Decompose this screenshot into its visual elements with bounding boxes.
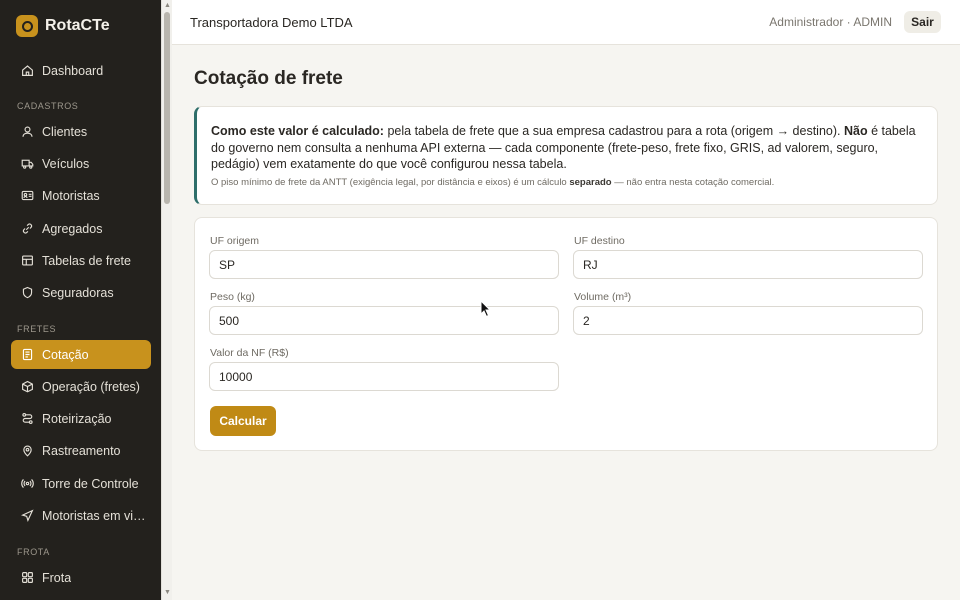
sidebar-item-motoristas[interactable]: Motoristas: [11, 181, 151, 210]
info-text-part: pela tabela de frete que a sua empresa c…: [383, 124, 844, 138]
sidebar-item-tabelas-de-frete[interactable]: Tabelas de frete: [11, 246, 151, 275]
section-fretes: FRETES: [17, 324, 57, 334]
uf-destino-label: UF destino: [574, 235, 625, 247]
navigation-icon: [21, 509, 34, 522]
sidebar-item-label: Clientes: [42, 124, 88, 139]
valor-nf-input[interactable]: 10000: [209, 362, 559, 391]
sidebar-item-label: Torre de Controle: [42, 476, 139, 491]
sidebar-item-operacao[interactable]: Operação (fretes): [11, 372, 151, 401]
sidebar-item-label: Motoristas em viagem: [42, 508, 146, 523]
logo-icon: [16, 15, 38, 37]
sidebar-item-label: Cotação: [42, 347, 89, 362]
quote-form: UF origem SP UF destino RJ Peso (kg) 500…: [194, 217, 938, 451]
uf-origem-input[interactable]: SP: [209, 250, 559, 279]
id-card-icon: [21, 190, 34, 201]
info-box: Como este valor é calculado: pela tabela…: [194, 106, 938, 205]
sidebar-item-label: Roteirização: [42, 411, 112, 426]
sidebar-item-dashboard[interactable]: Dashboard: [11, 56, 151, 85]
shield-icon: [22, 286, 33, 299]
user-info: Administrador · ADMIN: [769, 15, 892, 29]
top-header: Transportadora Demo LTDA Administrador ·…: [172, 0, 960, 45]
sidebar: RotaCTe Dashboard CADASTROS Clientes Veí…: [0, 0, 161, 600]
sidebar-item-veiculos[interactable]: Veículos: [11, 149, 151, 178]
info-note-emphasis: separado: [569, 176, 612, 188]
route-icon: [22, 412, 33, 425]
sidebar-item-cotacao[interactable]: Cotação: [11, 340, 151, 369]
sidebar-item-label: Rastreamento: [42, 443, 121, 458]
sidebar-item-label: Agregados: [42, 221, 103, 236]
sidebar-item-agregados[interactable]: Agregados: [11, 214, 151, 243]
section-frota: FROTA: [17, 547, 50, 557]
company-name: Transportadora Demo LTDA: [190, 14, 353, 30]
grid-icon: [22, 572, 33, 583]
logout-button[interactable]: Sair: [904, 11, 941, 33]
sidebar-item-frota[interactable]: Frota: [11, 563, 151, 592]
section-cadastros: CADASTROS: [17, 101, 79, 111]
page-title: Cotação de frete: [194, 68, 343, 89]
table-icon: [22, 255, 33, 266]
scroll-down-icon[interactable]: ▼: [164, 589, 171, 597]
brand[interactable]: RotaCTe: [0, 0, 161, 52]
sidebar-item-motoristas-em-viagem[interactable]: Motoristas em viagem: [11, 501, 151, 530]
sidebar-item-rastreamento[interactable]: Rastreamento: [11, 436, 151, 465]
mouse-cursor-icon: [480, 300, 492, 318]
sidebar-item-label: Frota: [42, 570, 72, 585]
uf-destino-input[interactable]: RJ: [573, 250, 923, 279]
info-emphasis: Não: [843, 124, 868, 138]
sidebar-item-label: Veículos: [42, 156, 90, 171]
map-pin-icon: [23, 445, 32, 457]
info-note-part: O piso mínimo de frete da ANTT (exigênci…: [211, 176, 570, 188]
sidebar-item-label: Tabelas de frete: [42, 253, 131, 268]
info-note-part: — não entra nesta cotação comercial.: [611, 176, 775, 188]
scroll-up-icon[interactable]: ▲: [164, 2, 171, 10]
peso-label: Peso (kg): [210, 291, 255, 303]
calcular-button[interactable]: Calcular: [210, 406, 276, 436]
sidebar-item-label: Seguradoras: [42, 285, 114, 300]
link-icon: [22, 223, 33, 234]
user-icon: [22, 126, 33, 137]
sidebar-item-clientes[interactable]: Clientes: [11, 117, 151, 146]
sidebar-scrollbar[interactable]: ▲ ▼: [161, 0, 172, 600]
brand-name: RotaCTe: [45, 17, 110, 34]
sidebar-item-label: Dashboard: [42, 63, 104, 78]
box-icon: [22, 380, 33, 393]
home-icon: [22, 65, 33, 76]
scroll-thumb[interactable]: [164, 12, 170, 204]
document-icon: [22, 348, 33, 361]
volume-input[interactable]: 2: [573, 306, 923, 335]
info-lead: Como este valor é calculado:: [211, 124, 384, 138]
truck-icon: [21, 159, 34, 169]
info-note: O piso mínimo de frete da ANTT (exigênci…: [211, 177, 921, 188]
radio-icon: [21, 479, 34, 488]
volume-label: Volume (m³): [574, 291, 632, 303]
info-text: Como este valor é calculado: pela tabela…: [211, 123, 921, 173]
sidebar-item-label: Motoristas: [42, 188, 100, 203]
peso-input[interactable]: 500: [209, 306, 559, 335]
sidebar-item-roteirizacao[interactable]: Roteirização: [11, 404, 151, 433]
sidebar-item-label: Operação (fretes): [42, 379, 140, 394]
sidebar-item-torre-de-controle[interactable]: Torre de Controle: [11, 469, 151, 498]
uf-origem-label: UF origem: [210, 235, 260, 247]
sidebar-item-seguradoras[interactable]: Seguradoras: [11, 278, 151, 307]
valor-nf-label: Valor da NF (R$): [210, 347, 289, 359]
